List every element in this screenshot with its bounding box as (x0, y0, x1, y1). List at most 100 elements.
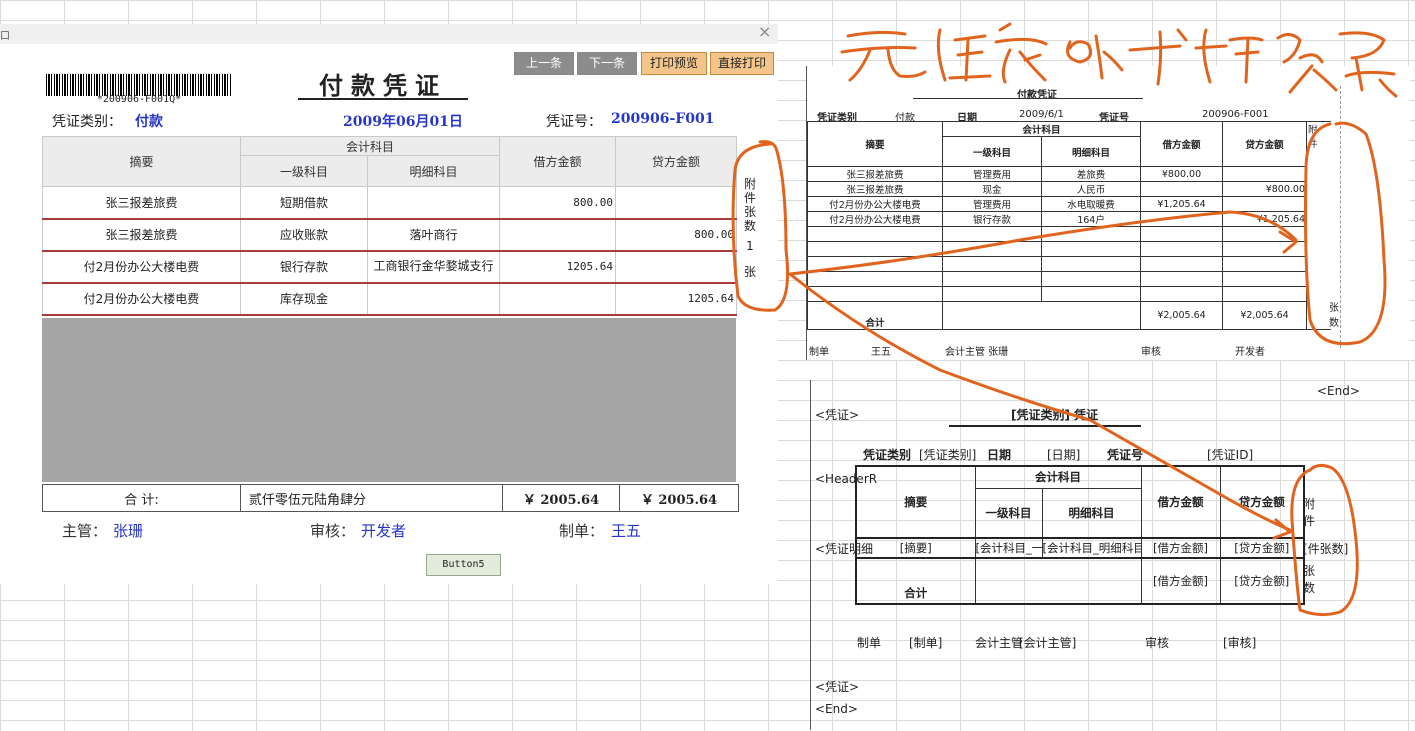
preview-total-label: 合计 (807, 301, 943, 330)
template-header-account-group[interactable]: 会计科目 (974, 465, 1142, 489)
template-number-value[interactable]: [凭证ID] (1207, 446, 1253, 463)
cell-detail[interactable]: 落叶商行 (366, 218, 501, 252)
auditor-value: 开发者 (361, 522, 407, 540)
template-supervisor-label[interactable]: 会计主管 (975, 634, 1023, 651)
cell-level1[interactable]: 应收账款 (240, 218, 368, 252)
preview-header-summary: 摘要 (807, 121, 943, 167)
preview-header-credit: 贷方金额 (1222, 121, 1308, 167)
preview-cell (1222, 196, 1308, 212)
table-row[interactable]: 付2月份办公大楼电费 银行存款 工商银行金华婺城支行 1205.64 (42, 250, 738, 284)
table-row (807, 226, 1331, 242)
prev-button[interactable]: 上一条 (514, 52, 574, 75)
cell-level1[interactable]: 短期借款 (240, 186, 368, 220)
template-header-detail[interactable]: 明细科目 (1041, 487, 1142, 539)
preview-maker-label: 制单 (809, 347, 829, 358)
preview-cell: 现金 (942, 181, 1042, 197)
template-header-level1[interactable]: 一级科目 (974, 487, 1043, 539)
cell-level1[interactable]: 银行存款 (240, 250, 368, 284)
template-voucher-tag-bottom[interactable]: <凭证> (815, 678, 859, 695)
preview-cell: ¥800.00 (1140, 166, 1224, 182)
table-row (807, 271, 1331, 287)
cell-debit[interactable] (499, 282, 617, 316)
cell-credit[interactable] (615, 186, 738, 220)
button5[interactable]: Button5 (426, 554, 501, 576)
template-total-label[interactable]: 合计 (855, 557, 976, 605)
auditor-label: 审核： (310, 522, 356, 540)
cell-summary[interactable]: 张三报差旅费 (42, 186, 241, 220)
template-number-label[interactable]: 凭证号 (1107, 446, 1143, 463)
template-maker[interactable]: [制单] (909, 634, 942, 651)
print-preview-sheet: 付款凭证 凭证类别 付款 日期 2009/6/1 凭证号 200906-F001… (806, 66, 1410, 360)
preview-cell: 人民币 (1040, 181, 1142, 197)
close-icon[interactable]: × (758, 24, 772, 40)
cell-debit[interactable] (499, 218, 617, 252)
template-date-label[interactable]: 日期 (987, 446, 1011, 463)
preview-auditor-label: 审核 (1141, 347, 1161, 358)
cell-credit[interactable] (615, 250, 738, 284)
dialog-titlebar: 口 × (0, 24, 778, 44)
template-maker-label[interactable]: 制单 (857, 634, 881, 651)
dialog-title: 口 (0, 31, 10, 42)
template-total-row[interactable]: 合计 [借方金额] [贷方金额] (855, 557, 1305, 605)
cell-credit[interactable]: 800.00 (615, 218, 738, 252)
table-row[interactable]: 张三报差旅费 短期借款 800.00 (42, 186, 738, 220)
template-cell-summary[interactable]: [摘要] (855, 537, 976, 559)
template-total-credit[interactable]: [贷方金额] (1219, 557, 1305, 605)
template-cell-level1[interactable]: [会计科目_一级科目] (974, 537, 1043, 559)
preview-supervisor: 会计主管 张珊 (945, 347, 1009, 358)
template-end-bottom[interactable]: <End> (815, 702, 858, 716)
template-type-value[interactable]: [凭证类别] (919, 446, 976, 463)
preview-cell (1140, 181, 1224, 197)
template-cell-detail[interactable]: [会计科目_明细科目] (1041, 537, 1142, 559)
template-cell-debit[interactable]: [借方金额] (1140, 537, 1221, 559)
template-header-credit[interactable]: 贷方金额 (1219, 465, 1305, 539)
table-row: 张三报差旅费 现金 人民币 ¥800.00 (807, 181, 1331, 197)
template-auditor[interactable]: [审核] (1223, 634, 1256, 651)
direct-print-button[interactable]: 直接打印 (710, 52, 774, 75)
attachment-count[interactable]: 1 (738, 239, 762, 253)
preview-header-debit: 借方金额 (1140, 121, 1224, 167)
template-header-summary[interactable]: 摘要 (855, 465, 976, 539)
header-detail: 明细科目 (366, 155, 501, 187)
preview-total-debit: ¥2,005.64 (1140, 301, 1224, 330)
preview-cell (1140, 211, 1224, 227)
attachment-label: 附件张数 (743, 177, 756, 233)
template-attach-label[interactable]: 附件 (1303, 495, 1317, 529)
template-header-debit[interactable]: 借方金额 (1140, 465, 1221, 539)
cell-debit[interactable]: 800.00 (499, 186, 617, 220)
table-row[interactable]: 付2月份办公大楼电费 库存现金 1205.64 (42, 282, 738, 316)
voucher-number-label: 凭证号： (546, 114, 602, 130)
print-preview-button[interactable]: 打印预览 (641, 52, 707, 75)
template-total-unit[interactable]: 张数 (1303, 562, 1317, 596)
cell-credit[interactable]: 1205.64 (615, 282, 738, 316)
template-title-underline (949, 425, 1141, 427)
template-type-label[interactable]: 凭证类别 (863, 446, 911, 463)
template-supervisor[interactable]: [会计主管] (1019, 634, 1076, 651)
cell-level1[interactable]: 库存现金 (240, 282, 368, 316)
empty-grid-area[interactable] (42, 318, 736, 482)
cell-summary[interactable]: 张三报差旅费 (42, 218, 241, 252)
cell-summary[interactable]: 付2月份办公大楼电费 (42, 282, 241, 316)
cell-detail[interactable] (366, 282, 501, 316)
template-auditor-label[interactable]: 审核 (1145, 634, 1169, 651)
cell-detail[interactable]: 工商银行金华婺城支行 (366, 250, 501, 284)
header-account-group: 会计科目 (239, 136, 501, 156)
template-attach-field[interactable]: [件张数] (1303, 540, 1348, 557)
template-detail-row[interactable]: [摘要] [会计科目_一级科目] [会计科目_明细科目] [借方金额] [贷方金… (855, 537, 1305, 559)
header-debit: 借方金额 (499, 136, 617, 187)
cell-debit[interactable]: 1205.64 (499, 250, 617, 284)
preview-table: 摘要 会计科目 借方金额 贷方金额 附件 一级科目 明细科目 张三报差旅费 管理… (807, 121, 1331, 330)
template-date-value[interactable]: [日期] (1047, 446, 1080, 463)
cell-summary[interactable]: 付2月份办公大楼电费 (42, 250, 241, 284)
preview-title-underline (913, 98, 1143, 99)
template-end-top[interactable]: <End> (1317, 384, 1360, 398)
cell-detail[interactable] (366, 186, 501, 220)
template-voucher-tag[interactable]: <凭证> (815, 406, 859, 423)
table-row: 张三报差旅费 管理费用 差旅费 ¥800.00 (807, 166, 1331, 182)
table-row (807, 241, 1331, 257)
template-title[interactable]: [凭证类别] 凭证 (1011, 406, 1098, 423)
table-row[interactable]: 张三报差旅费 应收账款 落叶商行 800.00 (42, 218, 738, 252)
template-cell-credit[interactable]: [贷方金额] (1219, 537, 1305, 559)
template-total-debit[interactable]: [借方金额] (1140, 557, 1221, 605)
next-button[interactable]: 下一条 (577, 52, 637, 75)
